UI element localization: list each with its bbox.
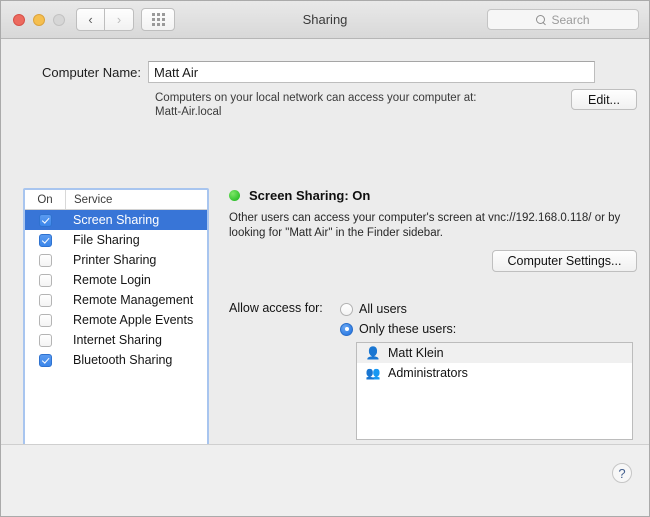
- service-row[interactable]: File Sharing: [25, 230, 207, 250]
- service-name-label: Internet Sharing: [73, 333, 162, 347]
- service-name-label: Bluetooth Sharing: [73, 353, 173, 367]
- computer-name-label: Computer Name:: [42, 64, 141, 80]
- service-checkbox-cell: [25, 273, 65, 287]
- service-checkbox[interactable]: [38, 213, 52, 227]
- column-header-service: Service: [65, 190, 207, 209]
- bottom-bar: ?: [1, 444, 649, 516]
- access-option-row[interactable]: All users: [340, 299, 456, 319]
- service-name-label: Remote Login: [73, 273, 151, 287]
- service-checkbox[interactable]: [38, 293, 52, 307]
- user-name-label: Matt Klein: [388, 346, 444, 360]
- service-row[interactable]: Printer Sharing: [25, 250, 207, 270]
- service-row[interactable]: Internet Sharing: [25, 330, 207, 350]
- status-dot-icon: [229, 190, 240, 201]
- service-checkbox[interactable]: [38, 333, 52, 347]
- service-row[interactable]: Remote Login: [25, 270, 207, 290]
- service-detail-pane: Screen Sharing: On Other users can acces…: [229, 188, 637, 272]
- sharing-preferences-window: ‹ › Sharing Search Computer Name: Comput…: [0, 0, 650, 517]
- service-checkbox[interactable]: [38, 273, 52, 287]
- services-list[interactable]: On Service Screen Sharing File Sharing Pri…: [23, 188, 209, 467]
- user-list-item[interactable]: 👤 Matt Klein: [357, 343, 632, 363]
- service-checkbox[interactable]: [38, 233, 52, 247]
- computer-name-row: Computer Name:: [1, 61, 649, 83]
- column-header-on: On: [37, 193, 53, 206]
- allowed-users-list[interactable]: 👤 Matt Klein 👥 Administrators: [356, 342, 633, 440]
- radio-label: Only these users:: [359, 322, 457, 336]
- titlebar: ‹ › Sharing Search: [1, 1, 649, 39]
- service-row[interactable]: Remote Apple Events: [25, 310, 207, 330]
- help-icon: ?: [618, 465, 626, 481]
- service-name-label: Remote Apple Events: [73, 313, 194, 327]
- services-list-header: On Service: [25, 190, 207, 210]
- service-description: Other users can access your computer's s…: [229, 212, 621, 239]
- computer-name-hint-line1: Computers on your local network can acce…: [155, 92, 477, 104]
- service-name-label: File Sharing: [73, 233, 140, 247]
- computer-settings-button[interactable]: Computer Settings...: [492, 250, 637, 272]
- status-badge: Screen Sharing: On: [249, 188, 371, 203]
- search-field[interactable]: Search: [487, 9, 639, 30]
- status-line: Screen Sharing: On: [229, 188, 637, 203]
- computer-name-hint-line2: Matt-Air.local: [155, 106, 222, 118]
- service-name-label: Remote Management: [73, 293, 194, 307]
- computer-name-input[interactable]: [148, 61, 595, 83]
- radio-button[interactable]: [340, 322, 353, 336]
- search-icon: [536, 14, 546, 25]
- service-checkbox-cell: [25, 333, 65, 347]
- help-button[interactable]: ?: [612, 463, 632, 483]
- services-rows: Screen Sharing File Sharing Printer Sharin…: [25, 210, 207, 370]
- computer-name-hint: Computers on your local network can acce…: [155, 91, 477, 119]
- edit-button[interactable]: Edit...: [571, 89, 637, 110]
- search-placeholder: Search: [551, 12, 590, 27]
- service-row[interactable]: Screen Sharing: [25, 210, 207, 230]
- radio-button[interactable]: [340, 302, 353, 316]
- service-checkbox[interactable]: [38, 313, 52, 327]
- service-checkbox-cell: [25, 213, 65, 227]
- service-name-label: Screen Sharing: [73, 213, 160, 227]
- service-checkbox-cell: [25, 253, 65, 267]
- service-checkbox-cell: [25, 353, 65, 367]
- radio-label: All users: [359, 302, 407, 316]
- group-users-icon: 👥: [365, 366, 381, 380]
- service-checkbox[interactable]: [38, 353, 52, 367]
- service-row[interactable]: Remote Management: [25, 290, 207, 310]
- service-checkbox-cell: [25, 293, 65, 307]
- user-name-label: Administrators: [388, 366, 468, 380]
- service-checkbox-cell: [25, 313, 65, 327]
- user-list-item[interactable]: 👥 Administrators: [357, 363, 632, 383]
- service-row[interactable]: Bluetooth Sharing: [25, 350, 207, 370]
- content-area: Computer Name: Computers on your local n…: [1, 39, 649, 467]
- service-checkbox[interactable]: [38, 253, 52, 267]
- access-option-row[interactable]: Only these users:: [340, 319, 456, 339]
- service-checkbox-cell: [25, 233, 65, 247]
- allow-access-radio-group: All users Only these users:: [340, 299, 456, 339]
- allow-access-label: Allow access for:: [229, 301, 323, 315]
- service-name-label: Printer Sharing: [73, 253, 157, 267]
- single-user-icon: 👤: [365, 346, 381, 360]
